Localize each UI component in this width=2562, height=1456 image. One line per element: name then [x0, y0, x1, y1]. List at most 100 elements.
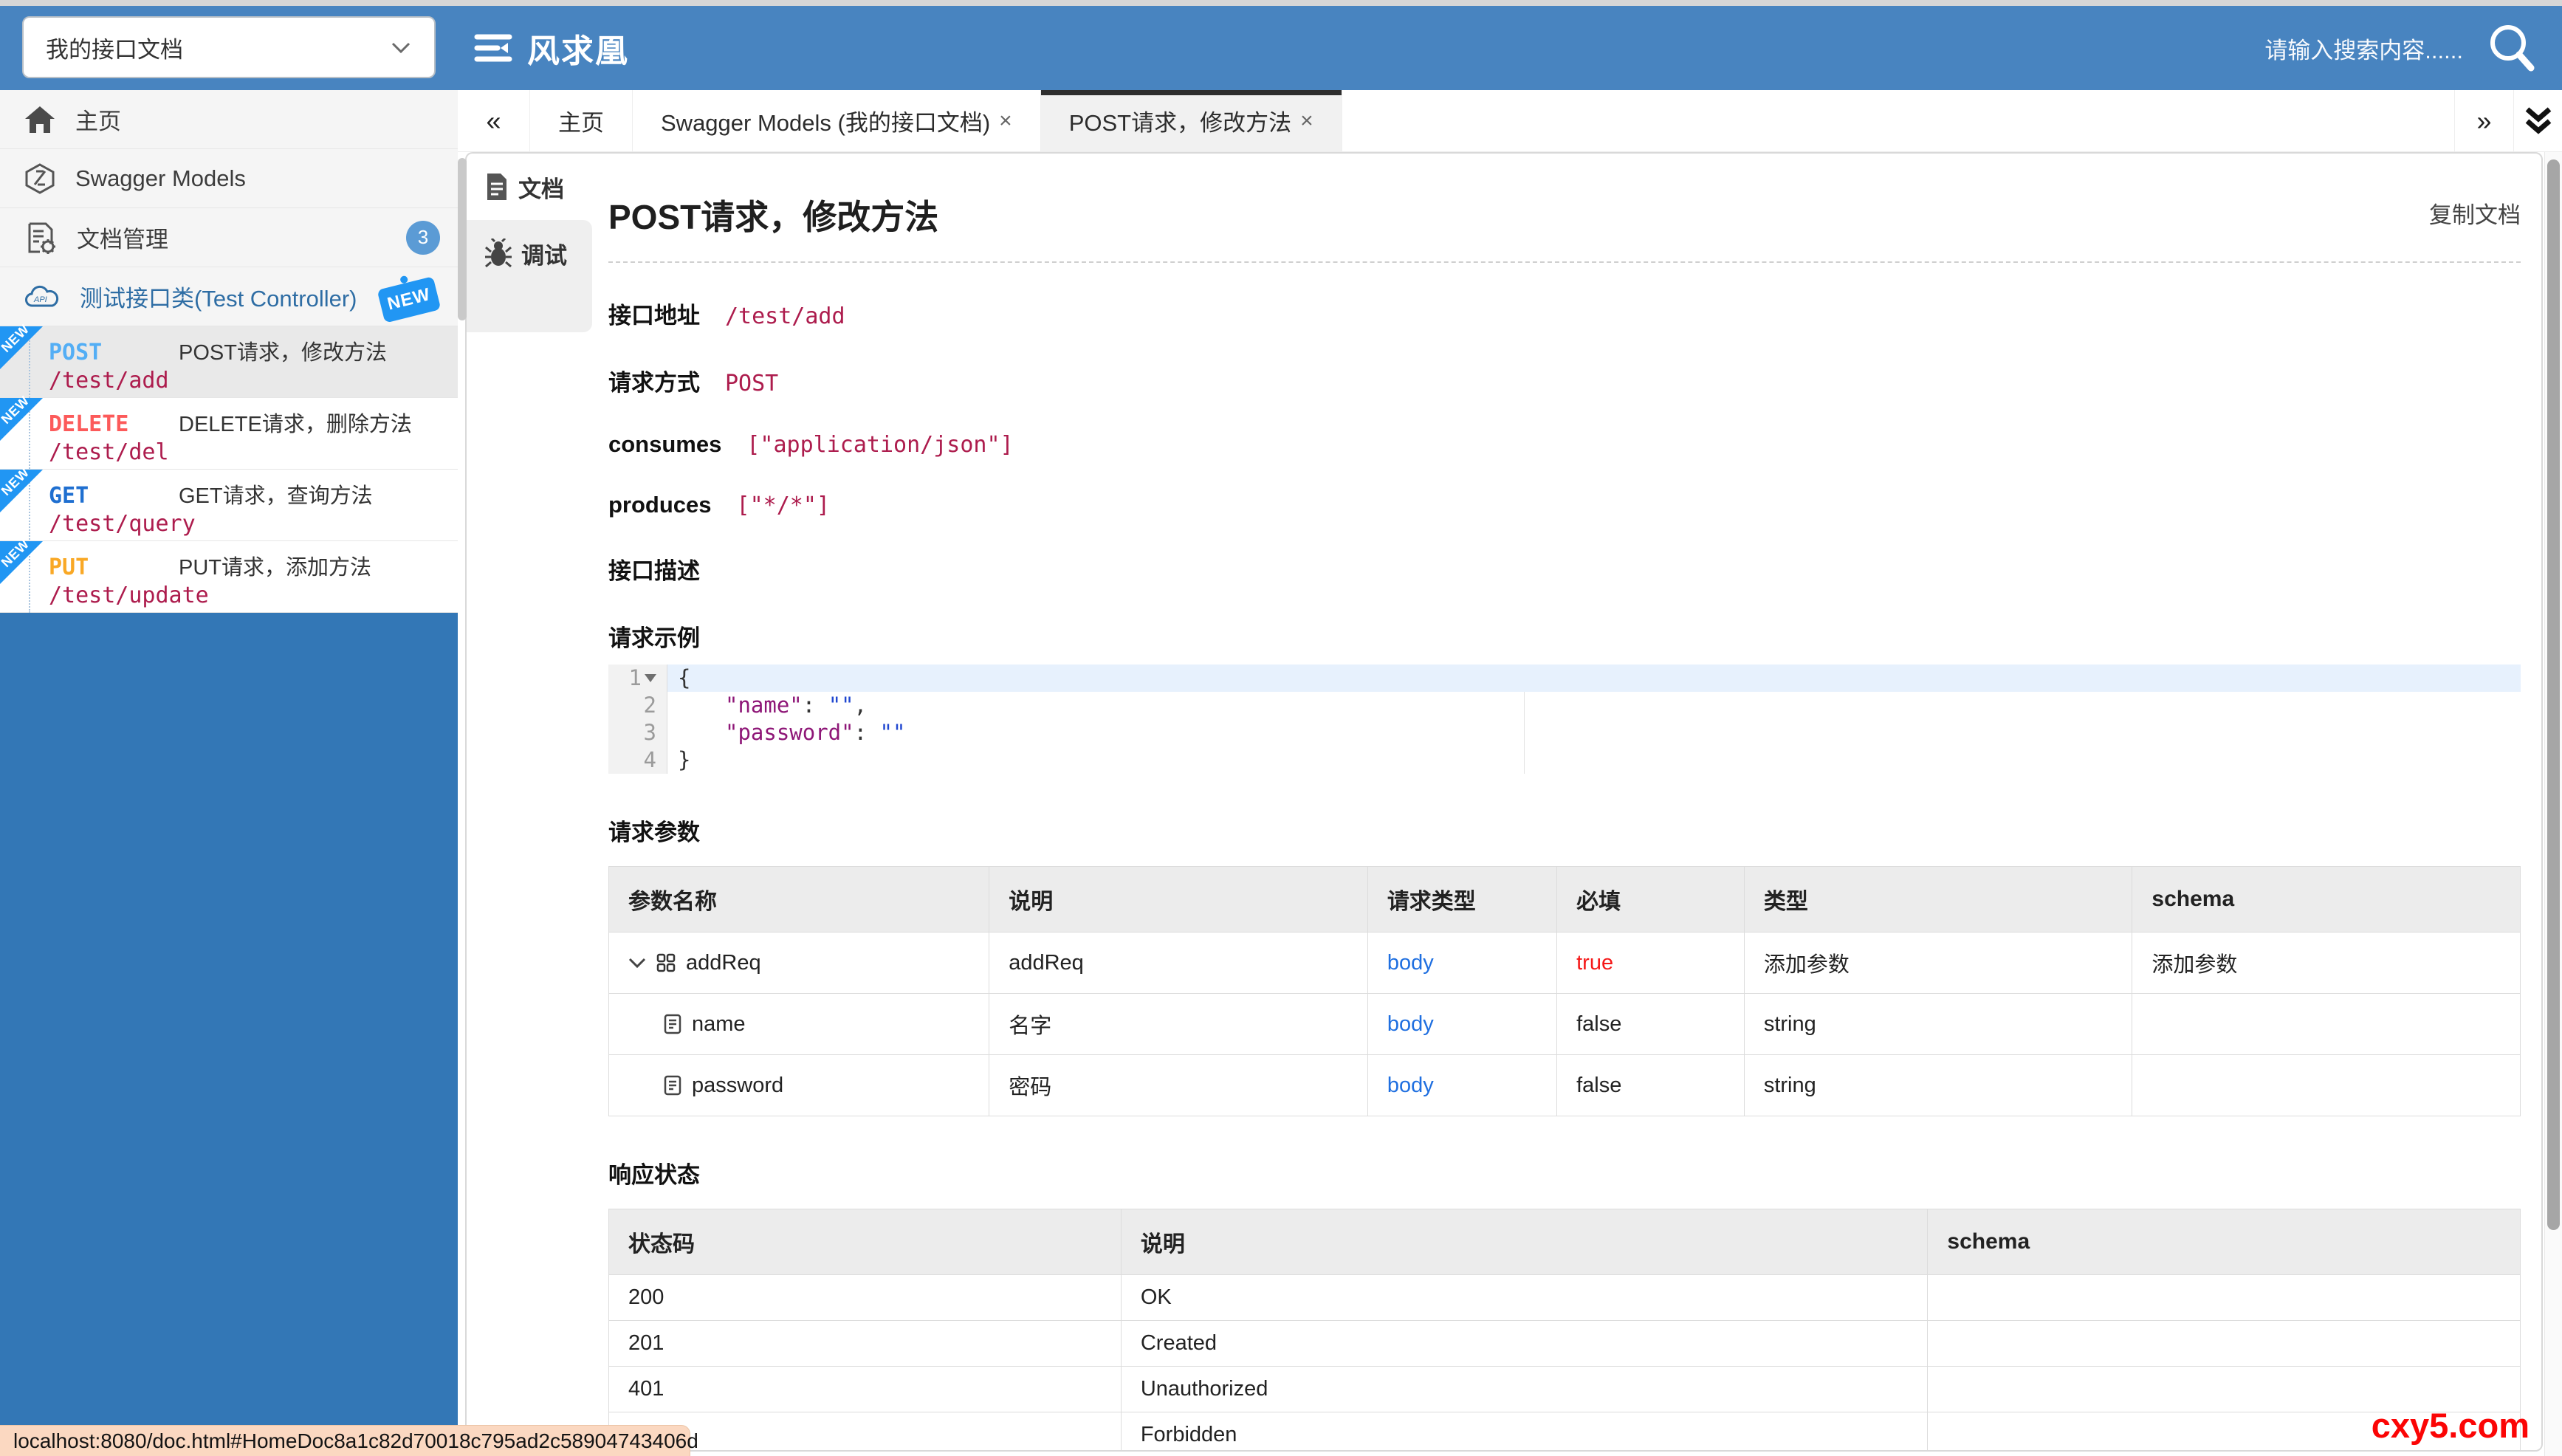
collapse-chevron-icon[interactable]	[628, 957, 646, 969]
param-schema	[2132, 1054, 2521, 1116]
line-number-gutter: 4	[608, 746, 667, 774]
endpoint-item-get-query[interactable]: NEW GET GET请求，查询方法 /test/query	[0, 464, 458, 541]
produces-label: produces	[608, 492, 712, 518]
endpoint-path: /test/update	[49, 583, 209, 608]
doc-group-selected-label: 我的接口文档	[46, 36, 183, 63]
brand-logo: 风求凰	[473, 6, 629, 90]
tab-swagger-models[interactable]: Swagger Models (我的接口文档) ×	[633, 90, 1041, 151]
param-in[interactable]: body	[1367, 1054, 1558, 1116]
param-type: string	[1743, 1054, 2133, 1116]
param-in[interactable]: body	[1367, 932, 1558, 994]
sidebar-item-label: 测试接口类(Test Controller)	[80, 286, 357, 312]
table-row: 401 Unauthorized	[608, 1366, 2521, 1412]
count-badge: 3	[406, 220, 440, 255]
api-cloud-icon: API	[24, 282, 61, 312]
search-icon[interactable]	[2484, 20, 2540, 76]
double-chevron-down-icon	[2523, 105, 2554, 137]
table-row: password 密码 body false string	[608, 1054, 2521, 1116]
param-schema: 添加参数	[2132, 932, 2521, 994]
sidebar-item-home[interactable]: 主页	[0, 90, 458, 149]
field-doc-icon	[664, 1014, 681, 1034]
doc-group-select[interactable]: 我的接口文档	[22, 16, 436, 78]
tab-doc[interactable]: 文档	[467, 154, 592, 220]
param-type: string	[1743, 993, 2133, 1055]
endpoint-description: PUT请求，添加方法	[179, 556, 372, 580]
method-label: GET	[49, 483, 89, 509]
watermark: cxy5.com	[2371, 1406, 2530, 1445]
doc-manage-icon	[24, 221, 58, 255]
description-label: 接口描述	[608, 558, 700, 584]
request-example-editor[interactable]: 1 { 2 "name": "", 3 "password": "" 4 }	[608, 665, 2521, 774]
column-header: 类型	[1743, 866, 2133, 933]
sidebar-item-swagger-models[interactable]: Swagger Models	[0, 149, 458, 208]
tab-post-request[interactable]: POST请求，修改方法 ×	[1040, 90, 1342, 151]
endpoint-description: POST请求，修改方法	[179, 341, 387, 365]
model-icon	[24, 162, 56, 195]
sidebar-item-label: Swagger Models	[75, 165, 246, 191]
sidebar-item-test-controller[interactable]: API 测试接口类(Test Controller) NEW 4	[0, 267, 504, 326]
method-label: POST	[49, 340, 103, 365]
tab-home[interactable]: 主页	[530, 90, 633, 151]
endpoint-path: /test/query	[49, 511, 196, 537]
line-number-gutter: 2	[608, 692, 667, 719]
tab-scroll-right-button[interactable]: »	[2454, 90, 2513, 151]
document-icon	[484, 172, 509, 202]
param-schema	[2132, 993, 2521, 1055]
main-scrollbar-thumb[interactable]	[2547, 159, 2560, 1230]
param-required: true	[1556, 932, 1745, 994]
code-line: 2 "name": "",	[608, 692, 2521, 719]
param-in[interactable]: body	[1367, 993, 1558, 1055]
request-example-label: 请求示例	[608, 625, 700, 651]
sidebar-item-label: 文档管理	[77, 227, 168, 253]
tab-debug-label: 调试	[521, 242, 567, 269]
table-row: name 名字 body false string	[608, 993, 2521, 1055]
collapse-all-button[interactable]	[2513, 90, 2562, 151]
tab-bar: « 主页 Swagger Models (我的接口文档) × POST请求，修改…	[458, 90, 2562, 152]
tab-scroll-left-button[interactable]: «	[458, 90, 530, 151]
chevron-down-icon	[390, 40, 412, 55]
request-params-table: 参数名称 说明 请求类型 必填 类型 schema addReq addReq …	[608, 866, 2521, 1116]
table-row: 201 Created	[608, 1320, 2521, 1367]
endpoint-item-post-add[interactable]: NEW POST POST请求，修改方法 /test/add	[0, 321, 458, 398]
endpoint-description: GET请求，查询方法	[179, 484, 373, 508]
doc-debug-tabs: 文档 调试	[467, 154, 592, 1450]
tab-label: 主页	[558, 110, 604, 136]
sidebar-item-doc-manage[interactable]: 文档管理 3	[0, 208, 458, 267]
code-line: 1 {	[608, 665, 2521, 692]
code-line: 4 }	[608, 746, 2521, 774]
new-ribbon: NEW	[0, 536, 43, 584]
status-schema	[1927, 1320, 2521, 1367]
sidebar-scrollbar-thumb[interactable]	[458, 158, 467, 320]
editor-divider	[1524, 692, 1525, 774]
close-icon[interactable]: ×	[1300, 109, 1313, 134]
param-required: false	[1556, 993, 1745, 1055]
search-box[interactable]: 请输入搜索内容......	[2264, 6, 2540, 90]
status-code: 401	[608, 1366, 1122, 1412]
endpoint-description: DELETE请求，删除方法	[179, 413, 412, 436]
status-desc: Unauthorized	[1120, 1366, 1929, 1412]
endpoint-item-put-update[interactable]: NEW PUT PUT请求，添加方法 /test/update	[0, 536, 458, 613]
sidebar-item-label: 主页	[75, 109, 121, 134]
copy-doc-button[interactable]: 复制文档	[2429, 196, 2521, 230]
tab-debug[interactable]: 调试	[467, 220, 592, 286]
status-desc: Forbidden	[1120, 1412, 1929, 1450]
column-header: 必填	[1556, 866, 1745, 933]
brand-icon	[473, 30, 514, 66]
object-grid-icon	[656, 953, 676, 972]
doc-content: POST请求，修改方法 复制文档 接口地址 /test/add 请求方式 POS…	[592, 154, 2541, 1450]
tab-label: Swagger Models (我的接口文档)	[661, 110, 991, 136]
param-desc: addReq	[989, 932, 1368, 994]
code-line: 3 "password": ""	[608, 719, 2521, 746]
method-label: DELETE	[49, 411, 129, 437]
consumes-label: consumes	[608, 431, 722, 457]
main-scrollbar-track[interactable]	[2544, 152, 2562, 1456]
column-header: 说明	[989, 866, 1368, 933]
new-ribbon: NEW	[0, 393, 43, 441]
fold-caret-icon[interactable]	[645, 674, 656, 682]
close-icon[interactable]: ×	[999, 109, 1012, 134]
request-method-label: 请求方式	[608, 370, 700, 396]
response-status-table: 状态码 说明 schema 200 OK 201 Created 401 Una…	[608, 1209, 2521, 1450]
endpoint-item-delete-del[interactable]: NEW DELETE DELETE请求，删除方法 /test/del	[0, 393, 458, 470]
column-header: schema	[2132, 866, 2521, 933]
column-header: schema	[1927, 1209, 2521, 1275]
